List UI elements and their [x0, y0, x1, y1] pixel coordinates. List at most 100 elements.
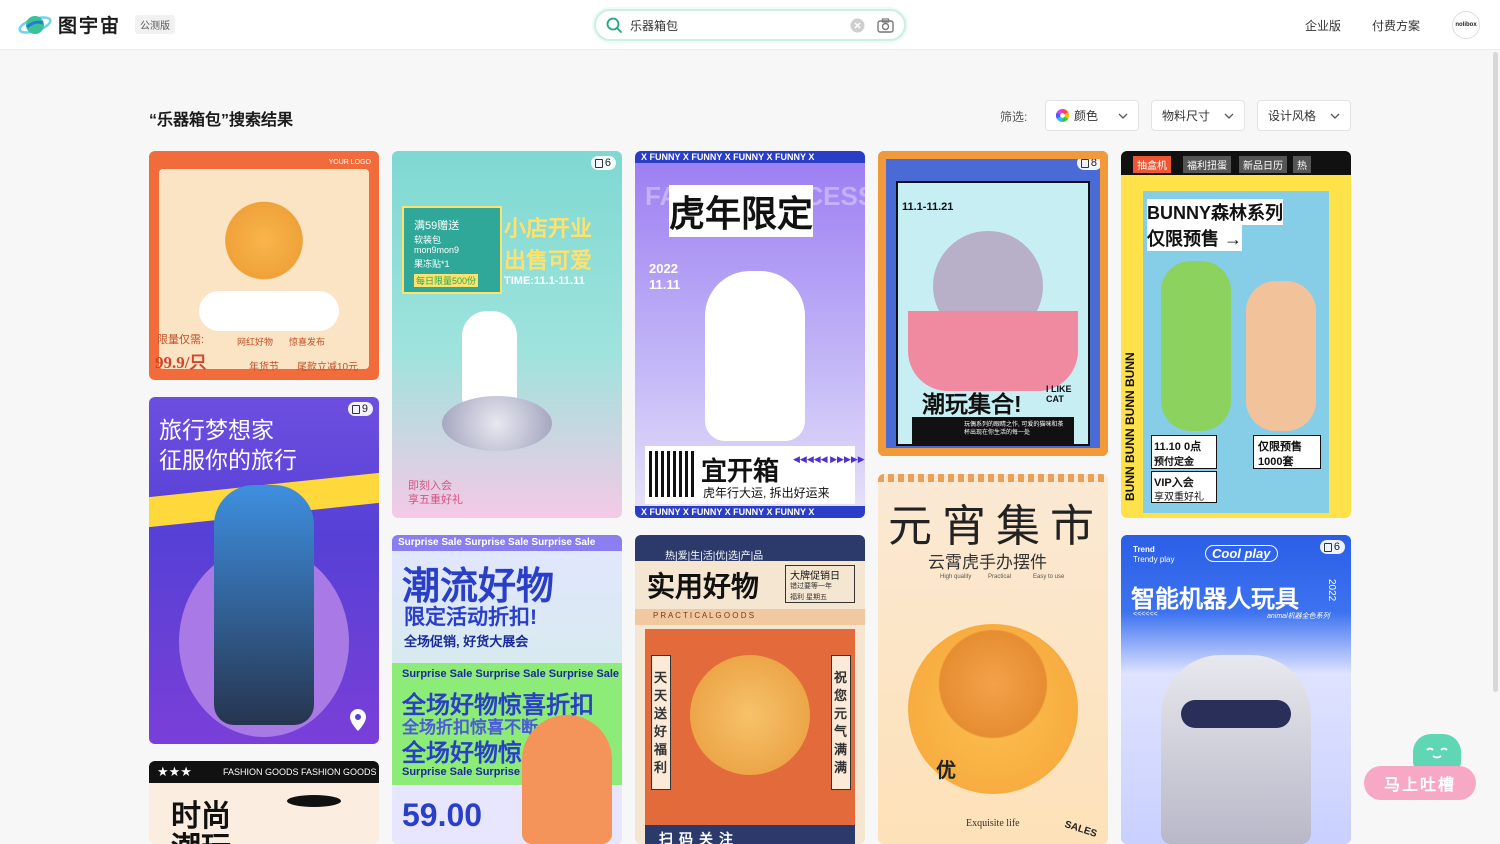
cool-badge: Cool play: [1205, 545, 1278, 562]
card-date: 2022: [649, 261, 678, 276]
backpack-illustration: [214, 485, 314, 725]
page-scrollbar[interactable]: [1492, 50, 1498, 844]
tiger-illustration: [690, 655, 810, 775]
site-logo[interactable]: 图宇宙 公测版: [18, 11, 176, 38]
footer-arrows: ◀◀◀◀◀ ▶▶▶▶▶: [793, 454, 865, 464]
info-text: 11.10 0点: [1154, 441, 1202, 453]
page-count-badge: 6: [590, 156, 616, 170]
card-arrows: <<<<<<: [1133, 611, 1158, 618]
mascot-icon[interactable]: [1413, 734, 1461, 770]
info-text: 享双重好礼: [1154, 492, 1204, 503]
promo-line: 每日限量500份: [414, 274, 479, 287]
planet-logo-icon: [18, 12, 52, 38]
promo-line: 大牌促销日: [790, 571, 840, 582]
pages-icon: [594, 158, 603, 168]
location-pin-icon: [350, 709, 366, 731]
promo-line: 果冻贴*1: [414, 259, 450, 269]
card-tag: 网红好物: [237, 337, 274, 347]
banner-text: Surprise Sale Surprise Sale Surprise Sal…: [402, 668, 620, 680]
tiger-illustration: [204, 191, 324, 301]
footer-text: 扫码关注: [659, 831, 739, 844]
banner-text: Surprise Sale Surprise Sale Surprise Sal…: [398, 537, 596, 548]
card-sub: 全场促销, 好货大展会: [404, 634, 529, 649]
card-tag: 惊喜发布: [289, 337, 326, 347]
template-card-tiger-year[interactable]: X FUNNY X FUNNY X FUNNY X FUNNY X FASHIO…: [635, 151, 865, 518]
side-text: BUNN BUNN BUNN BUNN: [1123, 352, 1137, 501]
filter-style-dropdown[interactable]: 设计风格: [1257, 100, 1351, 131]
en-text: P R A C T I C A L G O O D S: [653, 611, 755, 620]
card-year: 2022: [1326, 579, 1337, 602]
card-foot: Exquisite life: [966, 818, 1020, 829]
card-tag: 尾款立减10元: [297, 362, 359, 373]
tab-item: 新品日历: [1239, 156, 1287, 173]
template-card-fashion-toys[interactable]: ★★★ FASHION GOODS FASHION GOODS 时尚 潮玩: [149, 761, 379, 844]
template-card-practical-goods[interactable]: 热|爱|生|活|优|选|产|品 实用好物 大牌促销日 错过要等一年 福利 星期五…: [635, 535, 865, 844]
chevron-down-icon: [1118, 113, 1128, 119]
info-text: 仅限预售: [1258, 441, 1302, 453]
template-card-shop-opening[interactable]: 6 满59赠送 软装包 mon9mon9 果冻贴*1 每日限量500份 小店开业…: [392, 151, 622, 518]
card-title: 潮玩: [171, 823, 231, 844]
page-count: 6: [1333, 541, 1340, 553]
nav-pricing[interactable]: 付费方案: [1372, 17, 1420, 34]
card-sub: 云霄虎手办摆件: [928, 553, 1047, 572]
promo-line: 错过要等一年: [790, 583, 832, 590]
card-title: 出售可爱: [504, 248, 593, 273]
card-date: 11.11: [649, 277, 681, 292]
card-price: 99.9/只: [155, 353, 207, 372]
page-count: 6: [604, 157, 611, 169]
card-title: 实用好物: [647, 571, 760, 602]
filter-label: 筛选:: [1000, 110, 1028, 124]
card-title: 旅行梦想家: [159, 417, 274, 443]
card-title: 征服你的旅行: [159, 447, 297, 473]
info-text: 1000套: [1258, 456, 1294, 468]
card-cta: 享五重好礼: [408, 494, 463, 506]
template-card-robot-toy[interactable]: 6 Trend Trendy play Cool play 智能机器人玩具 20…: [1121, 535, 1351, 844]
card-logo-text: YOUR LOGO: [328, 159, 371, 166]
card-title: 小店开业: [504, 216, 593, 241]
qr-code: [649, 451, 695, 497]
trend-text: Trend: [1133, 545, 1155, 554]
pages-icon: [1323, 542, 1332, 552]
side-text: 天天送好福利: [654, 670, 668, 775]
filter-color-dropdown[interactable]: 颜色: [1045, 100, 1139, 131]
card-title: 元宵集市: [888, 502, 1104, 551]
search-result-title: “乐器箱包”搜索结果: [149, 112, 294, 129]
tab-item: 热: [1293, 156, 1311, 173]
card-date: 11.1-11.21: [902, 201, 954, 213]
search-icon: [606, 17, 622, 33]
nav-enterprise[interactable]: 企业版: [1305, 17, 1341, 34]
pages-icon: [351, 404, 360, 414]
robot-illustration: [1161, 655, 1311, 844]
avatar[interactable]: nolibox: [1452, 11, 1480, 39]
scrollbar-thumb[interactable]: [1493, 52, 1498, 692]
giraffe-illustration: [522, 715, 612, 844]
template-card-travel-dreamer[interactable]: 9 旅行梦想家 征服你的旅行: [149, 397, 379, 744]
card-series: animal机器全色系列: [1267, 613, 1330, 620]
feature-text: Practical: [988, 574, 1012, 580]
tiger-illustration: [928, 624, 1058, 744]
robot-visor: [1181, 700, 1291, 728]
template-card-tiger-sale[interactable]: YOUR LOGO 限量仅需: 99.9/只 网红好物 惊喜发布 年货节 尾款立…: [149, 151, 379, 380]
card-title: 智能机器人玩具: [1131, 586, 1299, 613]
template-card-toy-collection[interactable]: 8 11.1-11.21 潮玩集合! I LIKE CAT 玩偶系列的眼睛之作,…: [878, 151, 1108, 456]
feedback-label: 马上吐槽: [1383, 777, 1456, 794]
template-card-lantern-market[interactable]: 元宵集市 云霄虎手办摆件 High quality Practical Easy…: [878, 474, 1108, 844]
card-title: BUNNY森林系列: [1147, 199, 1284, 225]
astronaut-illustration: [705, 271, 805, 441]
search-bar[interactable]: [594, 9, 906, 41]
side-text: 祝您元气满满: [834, 670, 848, 775]
camera-icon[interactable]: [877, 17, 894, 33]
clear-icon[interactable]: [850, 18, 865, 33]
card-tag: 年货节: [249, 362, 279, 373]
template-card-bunny-series[interactable]: 5 抽盒机 福利扭蛋 新品日历 热 BUNNY森林系列 仅限预售 → BUNN …: [1121, 151, 1351, 518]
card-time: TIME:11.1-11.11: [504, 275, 585, 287]
banner-text: X FUNNY X FUNNY X FUNNY X FUNNY X: [641, 152, 815, 162]
filter-size-dropdown[interactable]: 物料尺寸: [1151, 100, 1245, 131]
search-input[interactable]: [630, 18, 850, 32]
template-card-trendy-goods[interactable]: Surprise Sale Surprise Sale Surprise Sal…: [392, 535, 622, 844]
page-count: 9: [361, 403, 368, 415]
card-sub: I LIKE CAT: [1046, 384, 1072, 404]
page-count-badge: 9: [347, 402, 373, 416]
footer-title: 宜开箱: [701, 456, 780, 486]
feedback-button[interactable]: 马上吐槽: [1364, 766, 1476, 800]
